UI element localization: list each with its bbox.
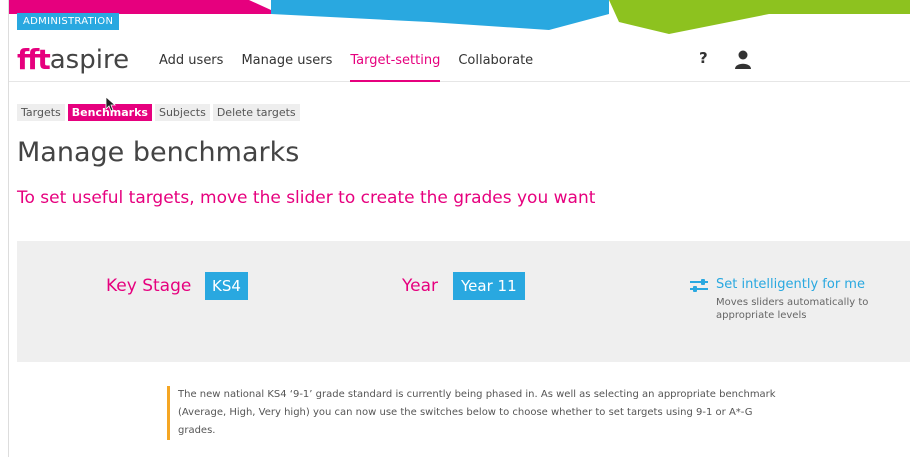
page-title: Manage benchmarks bbox=[17, 137, 300, 168]
key-stage-label: Key Stage bbox=[106, 276, 192, 296]
main-nav: Add users Manage users Target-setting Co… bbox=[159, 36, 551, 82]
year-label: Year bbox=[402, 276, 438, 296]
top-color-band bbox=[9, 0, 910, 34]
set-intelligently-description: Moves sliders automatically to appropria… bbox=[716, 297, 869, 321]
app-header: fft aspire Add users Manage users Target… bbox=[9, 36, 910, 82]
mouse-pointer-icon bbox=[105, 96, 117, 112]
grade-standard-notice: The new national KS4 ‘9-1’ grade standar… bbox=[167, 386, 787, 440]
user-icon[interactable] bbox=[734, 50, 752, 70]
subtab-subjects[interactable]: Subjects bbox=[154, 104, 210, 121]
sliders-icon bbox=[690, 279, 708, 292]
logo-aspire-text: aspire bbox=[49, 45, 130, 75]
key-stage-select[interactable]: KS4 bbox=[205, 272, 248, 300]
year-select[interactable]: Year 11 bbox=[453, 272, 525, 300]
subtab-delete-targets[interactable]: Delete targets bbox=[212, 104, 300, 121]
set-intelligently-label: Set intelligently for me bbox=[716, 277, 865, 292]
administration-badge: ADMINISTRATION bbox=[17, 13, 120, 30]
nav-collaborate[interactable]: Collaborate bbox=[458, 36, 533, 82]
page-subtitle: To set useful targets, move the slider t… bbox=[17, 188, 596, 208]
settings-panel: Key Stage KS4 Year Year 11 Set intellige… bbox=[17, 241, 910, 362]
page: ADMINISTRATION fft aspire Add users Mana… bbox=[8, 0, 910, 457]
nav-target-setting[interactable]: Target-setting bbox=[350, 36, 440, 82]
question-mark-icon[interactable]: ? bbox=[699, 49, 708, 67]
sub-tabs: Targets Benchmarks Subjects Delete targe… bbox=[17, 104, 303, 121]
subtab-targets[interactable]: Targets bbox=[17, 104, 65, 121]
nav-add-users[interactable]: Add users bbox=[159, 36, 223, 82]
logo-fft-text: fft bbox=[17, 43, 51, 76]
fft-aspire-logo[interactable]: fft aspire bbox=[17, 40, 129, 76]
nav-manage-users[interactable]: Manage users bbox=[241, 36, 332, 82]
